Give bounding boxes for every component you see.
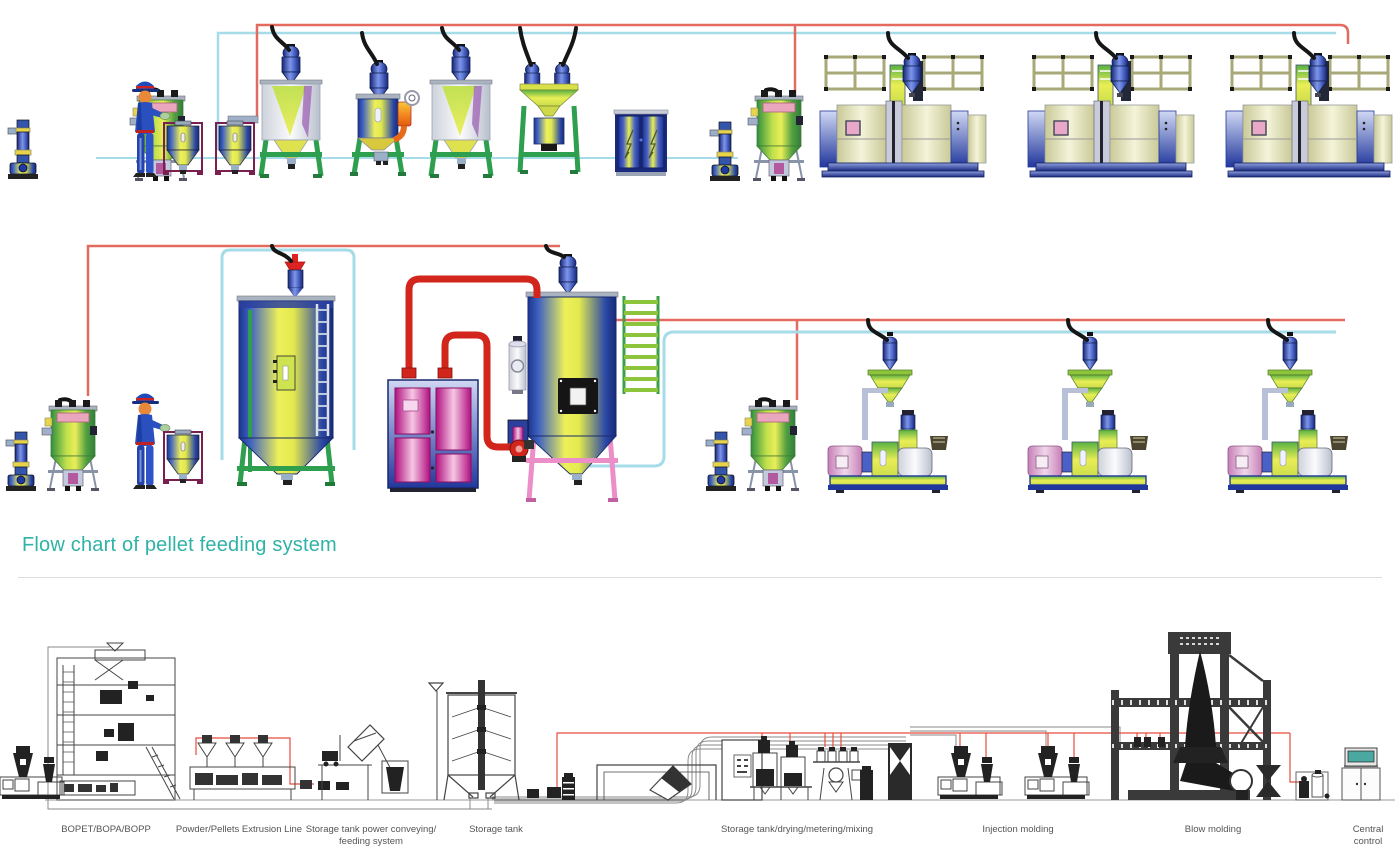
dust-collector-3 <box>42 399 99 491</box>
storage-bin-3 <box>163 430 203 484</box>
filter-cylinder <box>509 336 526 394</box>
dump-station <box>597 765 716 800</box>
blow-molding-machine-1 <box>820 53 986 177</box>
vacuum-pump-2 <box>710 122 740 181</box>
diagram-label-storage-tank: Storage tank <box>469 824 523 836</box>
injection-molding-pair-1 <box>938 746 1002 799</box>
blow-molding-machine-2 <box>1028 53 1194 177</box>
diagram-label-drying-metering-mixing: Storage tank/drying/metering/mixing <box>721 824 873 836</box>
pellet-feeding-system-page: Flow chart of pellet feeding system <box>0 0 1400 859</box>
section-title: Flow chart of pellet feeding system <box>22 534 337 557</box>
crystallizer-silo <box>237 254 335 486</box>
bopet-tower <box>57 643 180 800</box>
diagram-label-feeding-system: Storage tank power conveying/ feeding sy… <box>306 824 436 849</box>
diagram-label-injection-molding: Injection molding <box>982 824 1053 836</box>
vacuum-pump-4 <box>706 432 736 491</box>
vacuum-pump-1 <box>8 120 38 179</box>
blow-molding-machine-3 <box>1226 53 1392 177</box>
diagram-label-extrusion-line: Powder/Pellets Extrusion Line <box>176 824 302 836</box>
storage-tank <box>429 680 519 800</box>
dust-collector-2 <box>748 89 805 181</box>
injection-molding-machine-3 <box>1228 332 1348 493</box>
diagram-label-central-control: Central control <box>1352 824 1384 849</box>
central-feeding-system-illustration <box>0 0 1400 565</box>
flow-chart-line-diagram <box>0 585 1400 820</box>
dust-collector-4 <box>742 399 799 491</box>
vacuum-pump-3 <box>6 432 36 491</box>
dehumidifier-dryer <box>388 380 478 492</box>
injection-molding-machine-2 <box>1028 332 1148 493</box>
injection-molding-machine-1 <box>828 332 948 493</box>
section-divider <box>18 577 1382 578</box>
vacuum-pump-unit <box>1296 770 1330 800</box>
electric-control-cabinet <box>614 110 668 176</box>
central-control-console <box>1342 748 1380 800</box>
mixing-station <box>813 747 873 800</box>
diverter-valve-station <box>888 743 912 800</box>
diagram-label-blow-molding: Blow molding <box>1185 824 1242 836</box>
power-conveying-feeding-system <box>318 725 408 800</box>
blow-molding-tower <box>1111 632 1281 800</box>
diagram-label-bopet: BOPET/BOPA/BOPP <box>61 824 151 836</box>
injection-molding-pair-2 <box>1025 746 1089 799</box>
storage-bin-2 <box>215 121 255 175</box>
extrusion-line <box>190 735 312 800</box>
conveying-blowers <box>527 773 575 800</box>
